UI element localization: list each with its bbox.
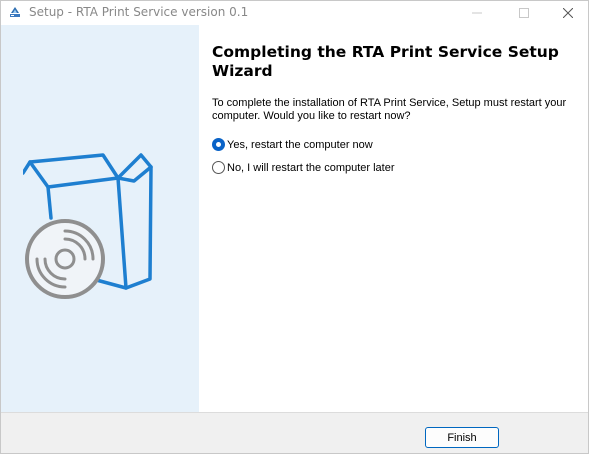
title-bar[interactable]: Setup - RTA Print Service version 0.1 <box>1 1 588 25</box>
option-label: Yes, restart the computer now <box>227 138 373 151</box>
setup-window: Setup - RTA Print Service version 0.1 Co… <box>0 0 589 454</box>
maximize-button[interactable] <box>502 1 546 25</box>
close-button[interactable] <box>546 1 588 25</box>
minimize-icon <box>472 12 482 14</box>
close-icon <box>563 8 573 18</box>
wizard-content: Completing the RTA Print Service Setup W… <box>199 25 588 412</box>
finish-button[interactable]: Finish <box>425 427 499 448</box>
minimize-button[interactable] <box>455 1 499 25</box>
radio-restart-later[interactable] <box>212 161 225 174</box>
page-title: Completing the RTA Print Service Setup W… <box>212 43 559 80</box>
maximize-icon <box>519 8 529 18</box>
setup-icon <box>10 7 20 17</box>
restart-description: To complete the installation of RTA Prin… <box>212 97 567 122</box>
option-restart-later[interactable]: No, I will restart the computer later <box>212 161 395 174</box>
box-with-disc-icon <box>23 153 153 299</box>
radio-restart-now[interactable] <box>212 138 225 151</box>
option-restart-now[interactable]: Yes, restart the computer now <box>212 138 373 151</box>
window-title: Setup - RTA Print Service version 0.1 <box>29 5 249 19</box>
wizard-side-panel <box>1 25 199 412</box>
option-label: No, I will restart the computer later <box>227 161 395 174</box>
wizard-footer: Finish <box>1 413 588 453</box>
